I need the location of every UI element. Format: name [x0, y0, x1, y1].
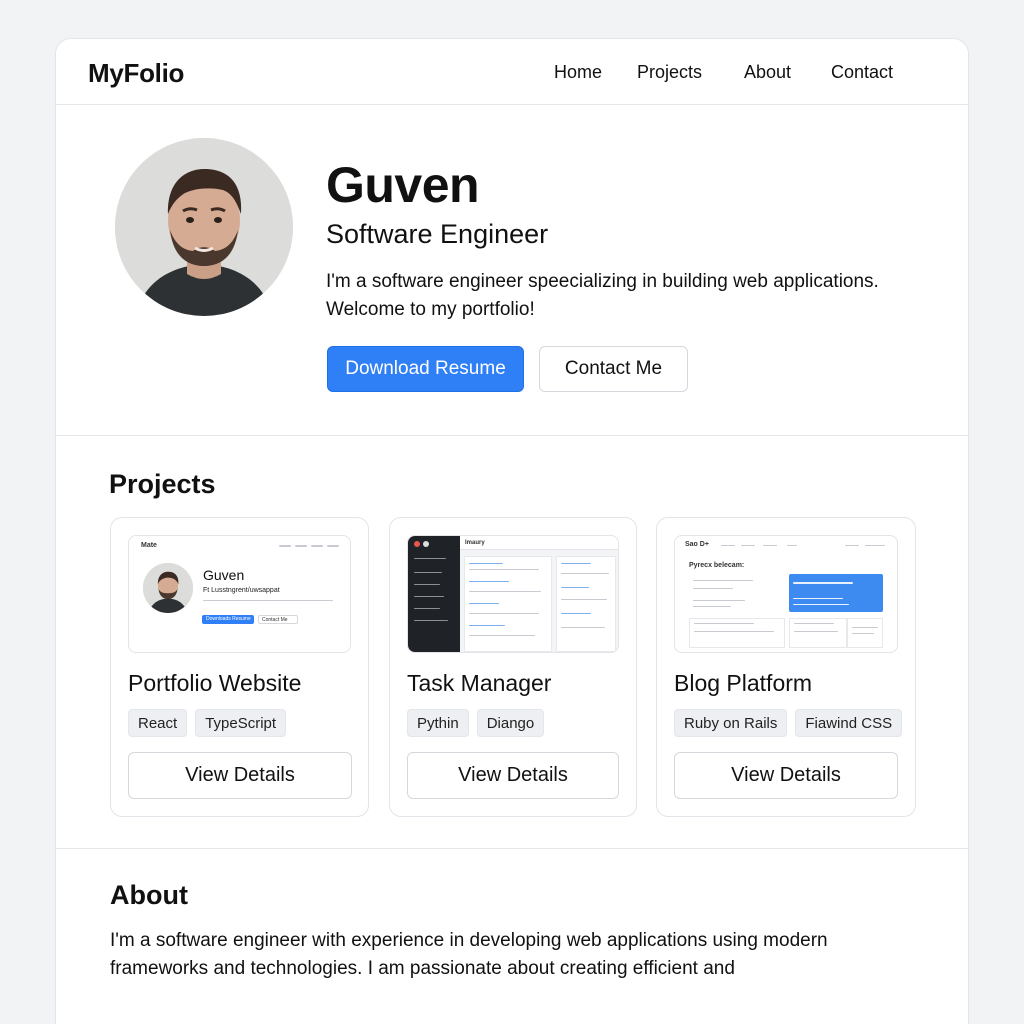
brand-logo[interactable]: MyFolio: [88, 58, 184, 89]
hero-section: Guven Software Engineer I'm a software e…: [56, 106, 968, 436]
project-title: Task Manager: [407, 670, 552, 696]
tag: Pythin: [407, 709, 469, 737]
tag-list: Ruby on Rails Fiawind CSS: [674, 709, 903, 737]
thumb-dark-sidebar: [408, 536, 460, 652]
thumb-contact-button: Contact Me: [258, 615, 298, 624]
nav-link-projects[interactable]: Projects: [637, 62, 702, 83]
hero-role: Software Engineer: [326, 219, 549, 249]
thumb-avatar: [143, 563, 193, 613]
nav-link-about[interactable]: About: [744, 62, 791, 83]
profile-avatar: [115, 138, 293, 316]
project-thumbnail[interactable]: Mate Guven Ft Lusstngrent/uwsappat Downl…: [128, 535, 351, 653]
project-thumbnail[interactable]: Imaury: [407, 535, 619, 653]
contact-me-button[interactable]: Contact Me: [539, 346, 688, 392]
tag: TypeScript: [195, 709, 287, 737]
project-card-portfolio: Mate Guven Ft Lusstngrent/uwsappat Downl…: [110, 517, 369, 817]
nav-link-contact[interactable]: Contact: [831, 62, 893, 83]
top-navbar: MyFolio Home Projects About Contact: [56, 39, 968, 105]
about-text: I'm a software engineer with experience …: [110, 930, 828, 979]
view-details-button[interactable]: View Details: [674, 752, 898, 799]
tag: Fiawind CSS: [795, 709, 903, 737]
tag: React: [128, 709, 188, 737]
download-resume-button[interactable]: Download Resume: [327, 346, 524, 392]
project-title: Portfolio Website: [128, 670, 302, 696]
project-thumbnail[interactable]: Sao D+ Pyrecx belecam:: [674, 535, 898, 653]
hero-bio: I'm a software engineer speecializing in…: [326, 271, 879, 320]
thumb-header: Imaury: [465, 540, 485, 546]
hero-name: Guven: [326, 157, 480, 213]
project-card-blog: Sao D+ Pyrecx belecam: Blog Platform Rub…: [656, 517, 916, 817]
tag: Diango: [476, 709, 545, 737]
thumb-download-button: Downloads Resume: [202, 615, 254, 624]
view-details-button[interactable]: View Details: [407, 752, 619, 799]
tag: Ruby on Rails: [674, 709, 788, 737]
project-card-task-manager: Imaury Task Manager Pythin Diango View D…: [389, 517, 637, 817]
thumb-brand: Sao D+: [685, 541, 709, 548]
view-details-button[interactable]: View Details: [128, 752, 352, 799]
about-title: About: [110, 880, 188, 910]
tag-list: Pythin Diango: [407, 709, 545, 737]
portfolio-page: MyFolio Home Projects About Contact Guve…: [55, 38, 969, 1024]
projects-title: Projects: [109, 469, 216, 499]
project-title: Blog Platform: [674, 670, 813, 696]
section-divider: [56, 848, 968, 849]
thumb-brand: Mate: [141, 542, 157, 549]
nav-link-home[interactable]: Home: [554, 62, 602, 83]
tag-list: React TypeScript: [128, 709, 287, 737]
thumb-heading: Pyrecx belecam:: [689, 562, 745, 569]
thumb-featured-block: [789, 574, 883, 612]
thumb-name: Guven: [203, 567, 245, 583]
thumb-subtitle: Ft Lusstngrent/uwsappat: [203, 587, 280, 594]
